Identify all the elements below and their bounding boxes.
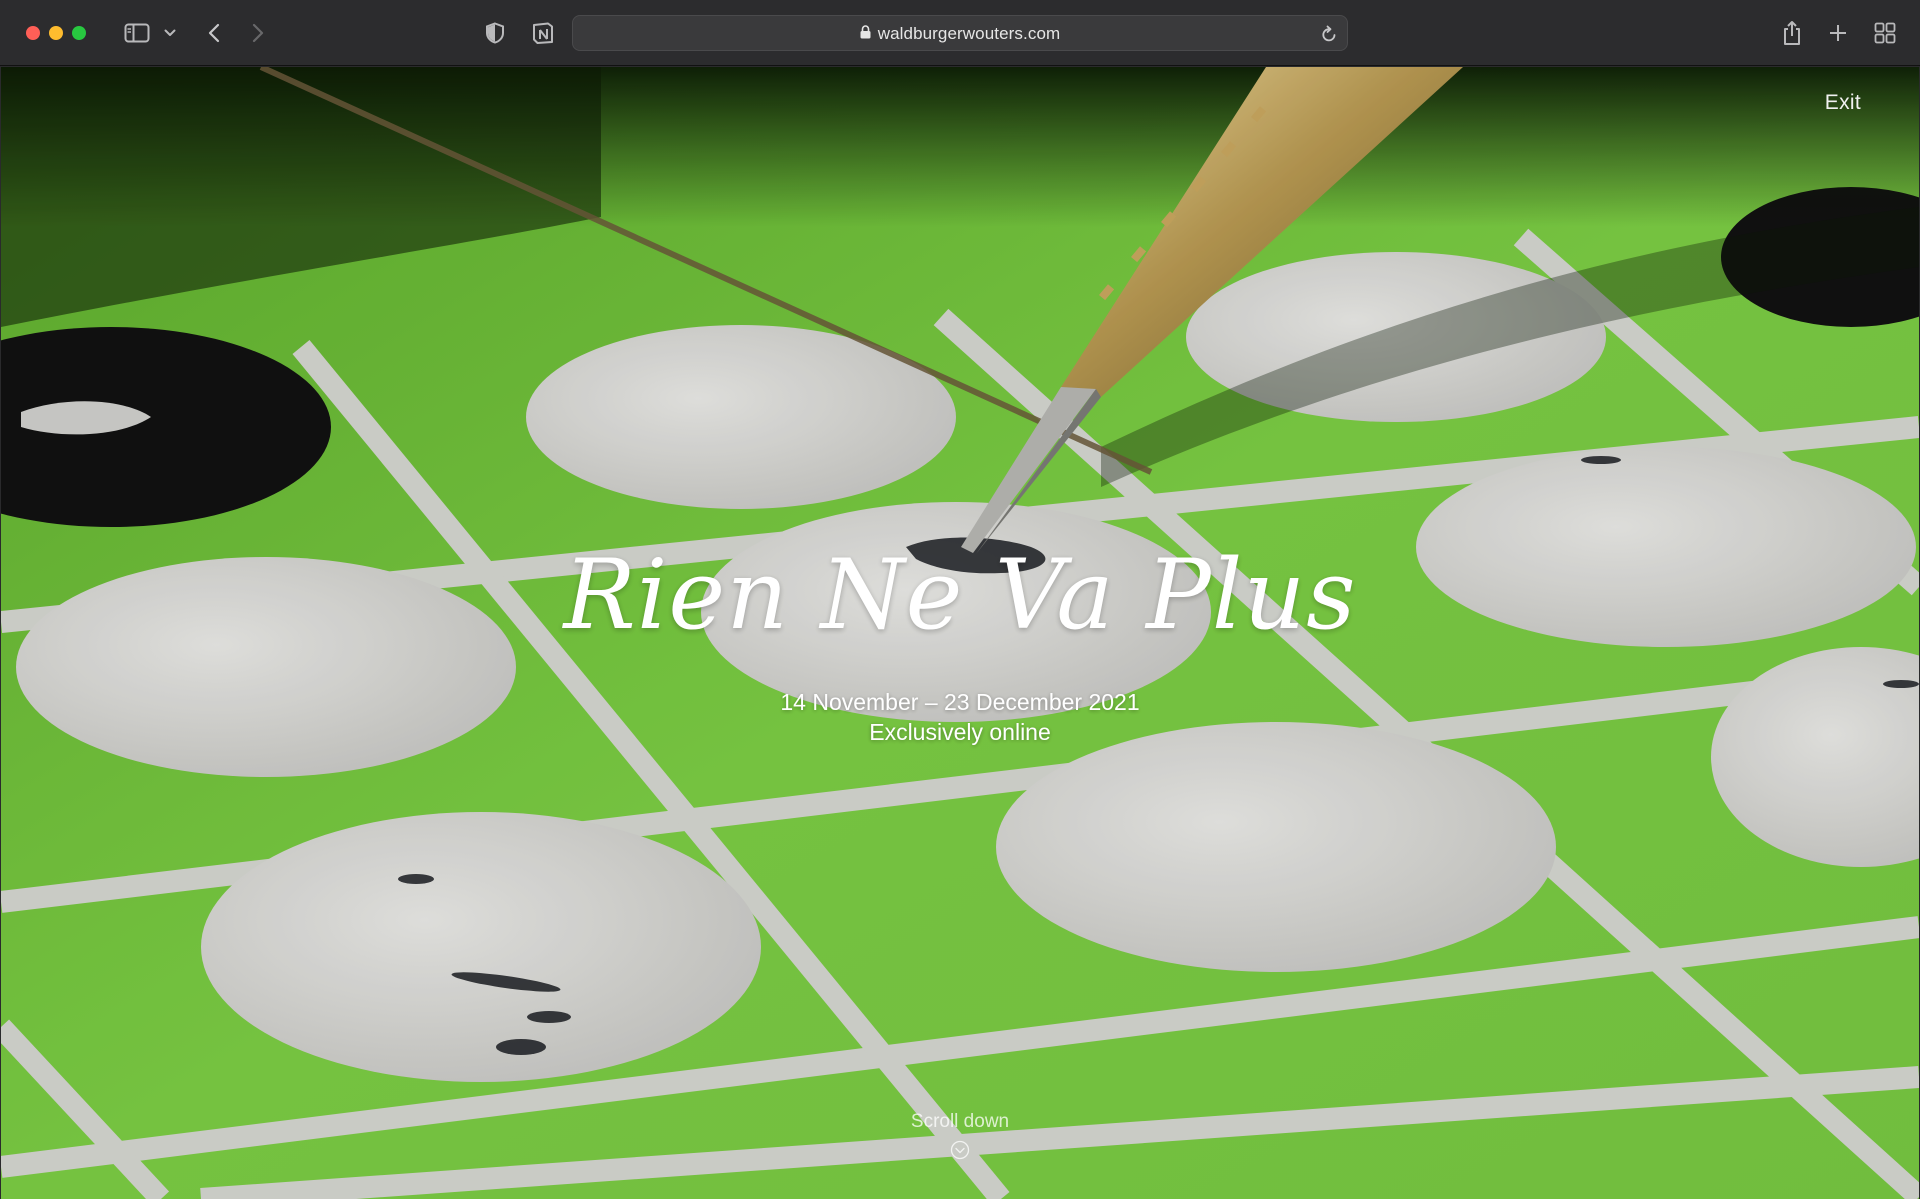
forward-arrow-icon[interactable] (248, 18, 268, 48)
reload-icon[interactable] (1321, 25, 1337, 48)
share-icon[interactable] (1780, 18, 1804, 48)
notion-icon[interactable] (530, 18, 556, 48)
browser-toolbar: waldburgerwouters.com (0, 0, 1920, 66)
plus-icon[interactable] (1826, 18, 1850, 48)
exit-link[interactable]: Exit (1825, 91, 1861, 115)
lock-icon (860, 24, 871, 44)
url-text: waldburgerwouters.com (877, 24, 1061, 43)
zoom-window-button[interactable] (72, 26, 86, 40)
hero-section: Exit Rien Ne Va Plus 14 November – 23 De… (1, 67, 1919, 1199)
back-arrow-icon[interactable] (204, 18, 224, 48)
page-title: Rien Ne Va Plus (563, 539, 1357, 651)
grid-icon[interactable] (1872, 18, 1898, 48)
chevron-down-circle-icon[interactable] (950, 1140, 970, 1160)
exhibition-dates: 14 November – 23 December 2021 (780, 689, 1140, 715)
shield-icon[interactable] (484, 18, 506, 48)
sidebar-icon[interactable] (122, 18, 152, 48)
minimize-window-button[interactable] (49, 26, 63, 40)
scroll-down-label[interactable]: Scroll down (1, 1111, 1919, 1133)
close-window-button[interactable] (26, 26, 40, 40)
browser-window: waldburgerwouters.com Exit Rien Ne Va Pl… (0, 0, 1920, 1199)
exhibition-subtitle: Exclusively online (869, 719, 1051, 745)
chevron-down-icon[interactable] (162, 18, 178, 48)
address-bar[interactable]: waldburgerwouters.com (572, 15, 1348, 51)
